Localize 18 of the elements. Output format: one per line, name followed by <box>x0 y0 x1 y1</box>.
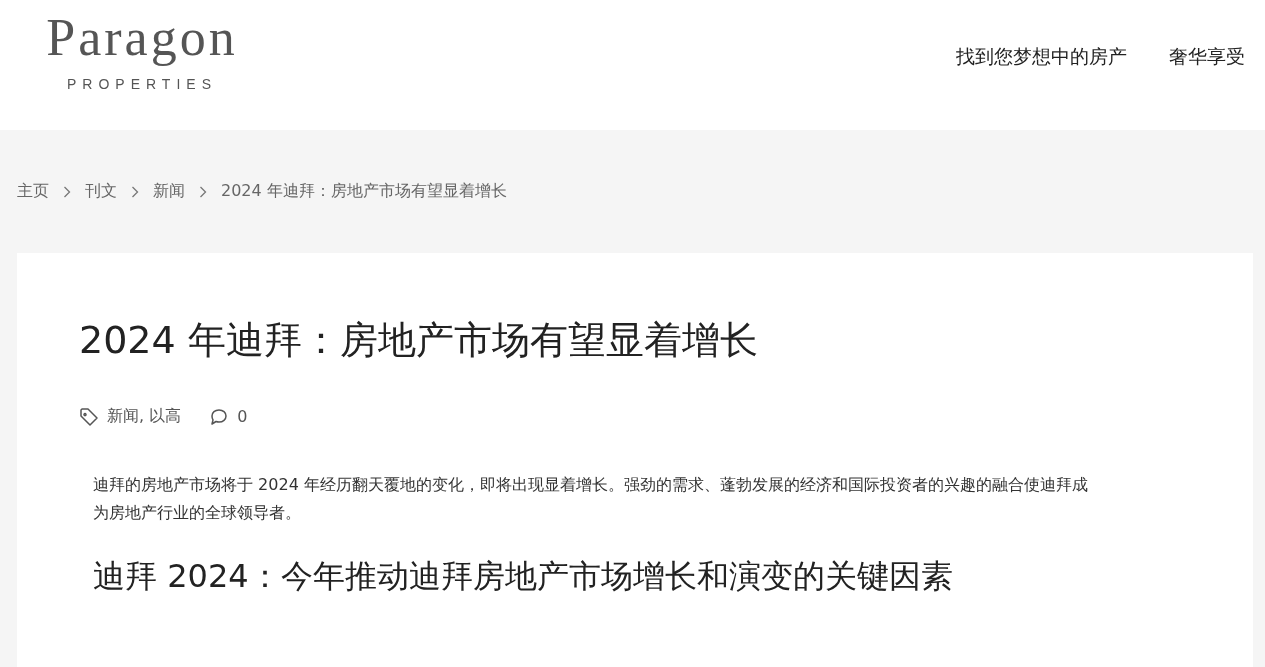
nav-link[interactable]: 找到您梦想中的房产 <box>956 44 1127 70</box>
chevron-icon <box>199 185 207 198</box>
intro-paragraph: 迪拜的房地产市场将于 2024 年经历翻天覆地的变化，即将出现显着增长。强劲的需求、蓬勃发展的经济和国际投资者的兴趣的融合使迪拜成为房地产行业的全球领导者。 <box>93 474 1089 524</box>
breadcrumb-link[interactable]: 主页 <box>17 181 49 202</box>
breadcrumb-link[interactable]: 新闻 <box>153 181 185 202</box>
section-heading: 迪拜 2024：今年推动迪拜房地产市场增长和演变的关键因素 <box>93 556 954 597</box>
article-title: 2024 年迪拜：房地产市场有望显着增长 <box>79 317 759 364</box>
breadcrumb-link[interactable]: 刊文 <box>85 181 117 202</box>
comment-count[interactable]: 0 <box>237 407 248 426</box>
logo-name[interactable]: Paragon <box>46 8 238 68</box>
breadcrumb-current: 2024 年迪拜：房地产市场有望显着增长 <box>221 181 507 202</box>
chevron-icon <box>63 185 71 198</box>
nav-link[interactable]: 奢华享受 <box>1169 44 1245 70</box>
tag-icon <box>79 406 99 427</box>
logo-tagline: PROPERTIES <box>67 76 217 92</box>
comment-icon <box>209 406 230 427</box>
chevron-icon <box>131 185 139 198</box>
tag-links[interactable]: 新闻, 以高 <box>107 406 182 427</box>
